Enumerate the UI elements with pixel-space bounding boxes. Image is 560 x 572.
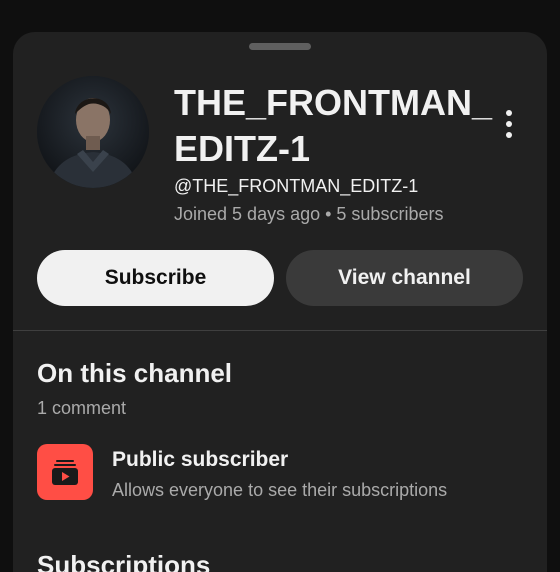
channel-avatar[interactable] <box>37 76 149 188</box>
more-options-icon[interactable] <box>495 106 523 142</box>
channel-meta: Joined 5 days ago • 5 subscribers <box>174 204 444 224</box>
channel-title: THE_FRONTMAN_EDITZ-1 <box>174 82 493 169</box>
drag-handle[interactable] <box>249 43 311 50</box>
channel-bottom-sheet: THE_FRONTMAN_EDITZ-1 @THE_FRONTMAN_EDITZ… <box>13 32 547 572</box>
public-subscriber-description: Allows everyone to see their subscriptio… <box>112 480 448 500</box>
avatar-image <box>37 76 149 188</box>
subscribe-button[interactable]: Subscribe <box>37 250 274 306</box>
public-subscriber-title: Public subscriber <box>112 448 289 471</box>
section-title: On this channel <box>37 358 233 388</box>
channel-handle: @THE_FRONTMAN_EDITZ-1 <box>174 176 419 196</box>
subscriptions-icon <box>37 444 93 500</box>
view-channel-button[interactable]: View channel <box>286 250 523 306</box>
divider <box>13 330 547 331</box>
comment-count: 1 comment <box>37 398 127 418</box>
subscriptions-section-title: Subscriptions <box>37 550 211 572</box>
subscriptions-glyph <box>52 460 78 485</box>
